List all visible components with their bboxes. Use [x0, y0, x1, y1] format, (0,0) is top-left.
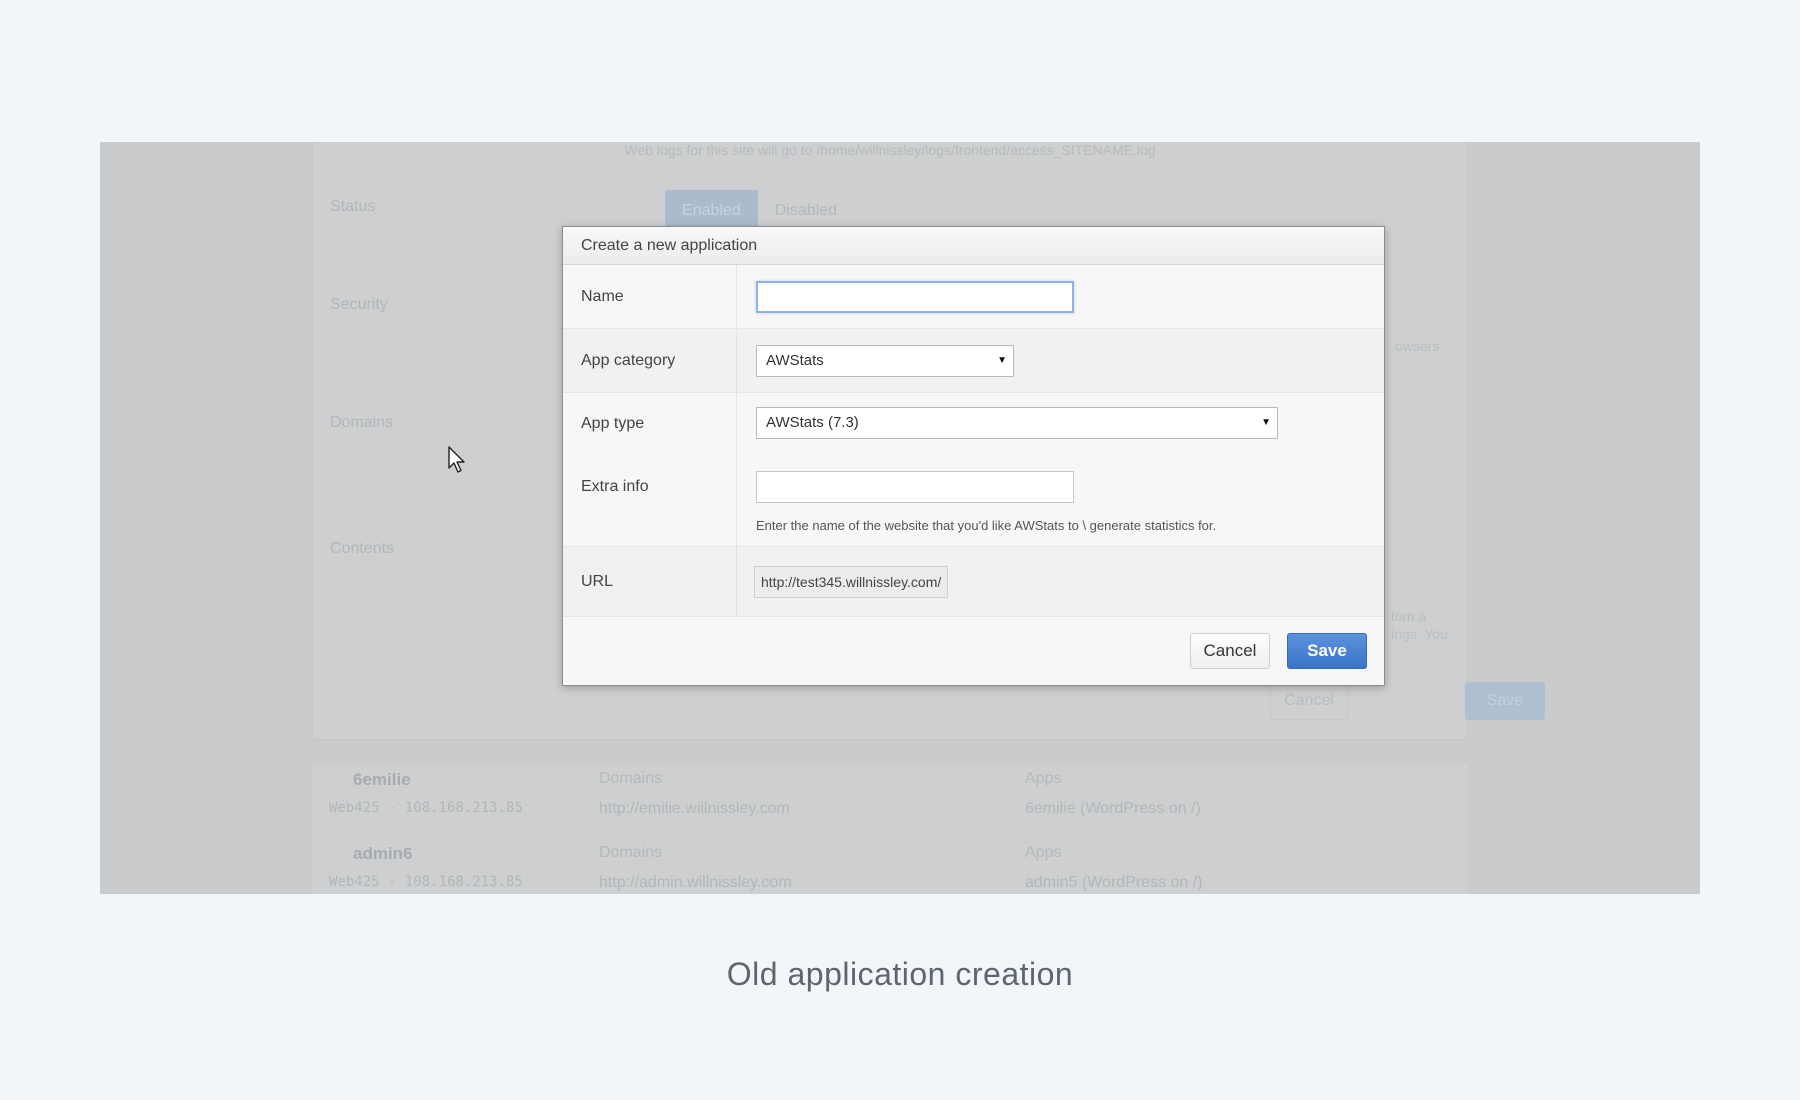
screenshot-frame: Web logs for this site will go to /home/… [100, 142, 1700, 894]
truncated-text: ings. You [1391, 626, 1448, 642]
save-button[interactable]: Save [1287, 633, 1367, 669]
status-label: Status [330, 198, 376, 215]
url-row: URL http://test345.willnissley.com/ [563, 547, 1384, 617]
site-server: Web425 - 108.168.213.85 [329, 800, 523, 816]
category-selected-value: AWStats [766, 352, 824, 369]
name-label: Name [563, 265, 737, 328]
site-server: Web425 - 108.168.213.85 [329, 874, 523, 890]
category-label: App category [563, 329, 737, 392]
enabled-option[interactable]: Enabled [665, 190, 758, 230]
site-list: 6emilie Web425 - 108.168.213.85 Domains … [312, 764, 1468, 894]
apps-header: Apps [1025, 844, 1062, 861]
category-select[interactable]: AWStats ▼ [756, 345, 1014, 377]
category-row: App category AWStats ▼ [563, 329, 1384, 393]
type-label: App type [581, 415, 645, 432]
extra-info-input[interactable] [756, 471, 1074, 503]
security-label: Security [330, 296, 388, 313]
type-selected-value: AWStats (7.3) [766, 414, 859, 431]
apps-header: Apps [1025, 770, 1062, 787]
site-app: 6emilie (WordPress on /) [1025, 800, 1201, 817]
name-input[interactable] [756, 281, 1074, 313]
url-label: URL [563, 547, 737, 616]
extra-info-help: Enter the name of the website that you'd… [756, 518, 1217, 533]
list-item[interactable]: admin6 Web425 - 108.168.213.85 Domains h… [312, 838, 1468, 894]
disabled-option[interactable]: Disabled [758, 190, 854, 230]
domains-label: Domains [330, 414, 394, 431]
caret-down-icon: ▼ [1261, 417, 1271, 428]
caret-down-icon: ▼ [997, 355, 1007, 366]
cancel-button[interactable]: Cancel [1190, 633, 1270, 669]
background-save-button[interactable]: Save [1465, 682, 1545, 720]
contents-label: Contents [330, 540, 395, 557]
site-domain[interactable]: http://admin.willnissley.com [599, 874, 792, 892]
site-app: admin5 (WordPress on /) [1025, 874, 1203, 891]
type-extra-rows: App type Extra info AWStats (7.3) ▼ Ente… [563, 393, 1384, 547]
type-select[interactable]: AWStats (7.3) ▼ [756, 407, 1278, 439]
figure-caption: Old application creation [726, 956, 1074, 992]
domains-header: Domains [599, 770, 663, 787]
type-extra-label-column: App type Extra info [563, 393, 737, 547]
dialog-footer: Cancel Save [563, 617, 1384, 689]
truncated-text: owsers [1395, 338, 1440, 354]
status-toggle[interactable]: Enabled Disabled [665, 190, 854, 230]
log-path-note: Web logs for this site will go to /home/… [624, 142, 1156, 158]
domains-header: Domains [599, 844, 663, 861]
extra-info-label: Extra info [581, 478, 649, 495]
site-domain[interactable]: http://emilie.willnissley.com [599, 800, 790, 818]
site-user: admin6 [353, 844, 413, 863]
name-row: Name [563, 265, 1384, 329]
truncated-text: tom a [1391, 608, 1427, 624]
create-application-dialog: Create a new application Name App catego… [562, 226, 1385, 686]
list-item[interactable]: 6emilie Web425 - 108.168.213.85 Domains … [312, 764, 1468, 838]
dialog-title: Create a new application [563, 227, 1384, 265]
site-user: 6emilie [353, 770, 411, 789]
url-value: http://test345.willnissley.com/ [754, 566, 949, 598]
arrow-cursor-icon [448, 446, 465, 473]
